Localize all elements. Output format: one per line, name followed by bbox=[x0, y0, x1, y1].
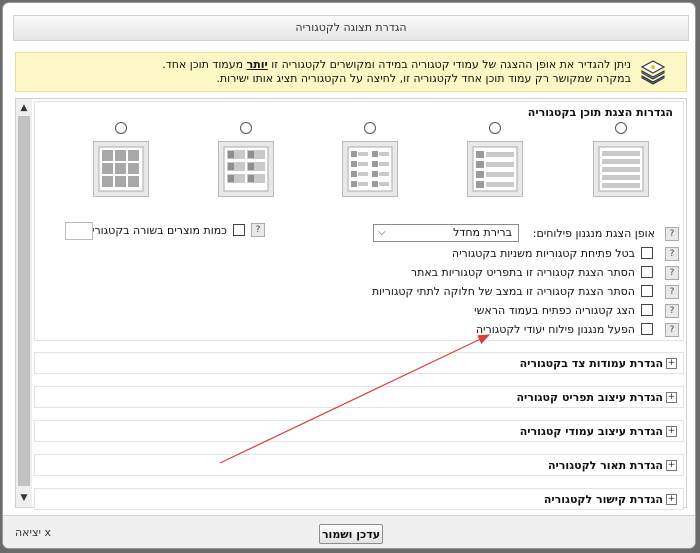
notice-line1-end: מעמוד תוכן אחד. bbox=[162, 58, 247, 71]
layout-radio[interactable] bbox=[615, 122, 627, 134]
section-title: הגדרת עיצוב עמודי קטגוריה bbox=[519, 425, 663, 438]
section-side-columns[interactable]: + הגדרת עמודות צד בקטגוריה bbox=[34, 352, 684, 374]
notice-text: ניתן להגדיר את אופן ההצגה של עמודי קטגור… bbox=[31, 58, 631, 86]
exit-link[interactable]: x יציאה bbox=[15, 526, 51, 539]
layers-icon bbox=[640, 59, 666, 85]
plus-box-icon[interactable]: + bbox=[666, 358, 677, 369]
option-checkbox-2[interactable] bbox=[641, 266, 653, 278]
plus-box-icon[interactable]: + bbox=[666, 494, 677, 505]
vertical-scrollbar[interactable]: ▲ ▼ bbox=[16, 99, 32, 507]
products-per-row-label: כמות מוצרים בשורה בקטגוריה bbox=[84, 224, 227, 237]
dialog-footer: עדכן ושמור x יציאה bbox=[3, 515, 695, 548]
plus-box-icon[interactable]: + bbox=[666, 392, 677, 403]
dialog-title: הגדרת תצוגה לקטגוריה bbox=[13, 15, 689, 41]
content-display-panel: הגדרות הצגת תוכן בקטגוריה ? אופן הצגת מנ… bbox=[34, 101, 684, 341]
products-per-row-checkbox[interactable] bbox=[233, 224, 245, 236]
section-menu-design[interactable]: + הגדרת עיצוב תפריט קטגוריה bbox=[34, 386, 684, 408]
layout-option-list-thumbs[interactable] bbox=[464, 122, 526, 197]
option-checkbox-4[interactable] bbox=[641, 304, 653, 316]
help-icon-option-3[interactable]: ? bbox=[665, 285, 679, 299]
layout-radio[interactable] bbox=[240, 122, 252, 134]
scrollbar-thumb[interactable] bbox=[18, 116, 30, 486]
section-pages-design[interactable]: + הגדרת עיצוב עמודי קטגוריה bbox=[34, 420, 684, 442]
info-notice: ניתן להגדיר את אופן ההצגה של עמודי קטגור… bbox=[15, 52, 687, 92]
help-icon-filter[interactable]: ? bbox=[665, 227, 679, 241]
help-icon-option-1[interactable]: ? bbox=[665, 247, 679, 261]
layout-option-grid-three[interactable] bbox=[90, 122, 152, 197]
section-title: הגדרת עיצוב תפריט קטגוריה bbox=[516, 391, 663, 404]
layout-option-grid-cards[interactable] bbox=[215, 122, 277, 197]
layout-radio[interactable] bbox=[115, 122, 127, 134]
layout-option-list[interactable] bbox=[590, 122, 652, 197]
section-description[interactable]: + הגדרת תאור לקטגוריה bbox=[34, 454, 684, 476]
scroll-down-icon[interactable]: ▼ bbox=[16, 490, 32, 506]
help-icon-option-2[interactable]: ? bbox=[665, 266, 679, 280]
layout-list-thumbs-icon bbox=[467, 141, 523, 197]
section-title: הגדרת קישור לקטגוריה bbox=[543, 493, 663, 506]
layout-grid-cards-icon bbox=[218, 141, 274, 197]
option-checkbox-3[interactable] bbox=[641, 285, 653, 297]
settings-scroll-area[interactable]: ▲ ▼ הגדרות הצגת תוכן בקטגוריה ? אופן הצג… bbox=[15, 98, 687, 510]
option-label-4: הצג קטגוריה כפתיח בעמוד הראשי bbox=[474, 304, 635, 317]
layout-grid-three-icon bbox=[93, 141, 149, 197]
help-icon-option-4[interactable]: ? bbox=[665, 304, 679, 318]
option-label-5: הפעל מנגנון פילוח יעודי לקטגוריה bbox=[475, 323, 635, 336]
section-title: הגדרת תאור לקטגוריה bbox=[548, 459, 663, 472]
section-title: הגדרת עמודות צד בקטגוריה bbox=[519, 357, 663, 370]
help-icon-option-5[interactable]: ? bbox=[665, 323, 679, 337]
option-label-2: הסתר הצגת קטגוריה זו בתפריט קטגוריות באת… bbox=[410, 266, 635, 279]
plus-box-icon[interactable]: + bbox=[666, 426, 677, 437]
dialog-window: הגדרת תצוגה לקטגוריה ניתן להגדיר את אופן… bbox=[2, 2, 696, 549]
layout-radio[interactable] bbox=[364, 122, 376, 134]
filter-select-value: ברירת מחדל bbox=[453, 226, 512, 239]
notice-line1: ניתן להגדיר את אופן ההצגה של עמודי קטגור… bbox=[267, 58, 631, 71]
plus-box-icon[interactable]: + bbox=[666, 460, 677, 471]
save-button[interactable]: עדכן ושמור bbox=[319, 524, 383, 544]
chevron-down-icon: ⌵ bbox=[378, 227, 386, 238]
layout-list-icon bbox=[593, 141, 649, 197]
option-checkbox-1[interactable] bbox=[641, 247, 653, 259]
section-link[interactable]: + הגדרת קישור לקטגוריה bbox=[34, 488, 684, 510]
filter-mode-select[interactable]: ברירת מחדל ⌵ bbox=[373, 224, 519, 242]
layout-radio[interactable] bbox=[489, 122, 501, 134]
layout-option-two-columns[interactable] bbox=[339, 122, 401, 197]
option-checkbox-5[interactable] bbox=[641, 323, 653, 335]
option-label-1: בטל פתיחת קטגוריות משניות בקטגוריה bbox=[451, 247, 635, 260]
panel-title: הגדרות הצגת תוכן בקטגוריה bbox=[527, 106, 673, 119]
notice-emphasis: יותר bbox=[246, 58, 268, 71]
notice-line2: במקרה שמקושר רק עמוד תוכן אחד לקטגוריה ז… bbox=[216, 72, 631, 85]
help-icon-products[interactable]: ? bbox=[251, 223, 265, 237]
layout-two-columns-icon bbox=[342, 141, 398, 197]
products-per-row-input[interactable] bbox=[65, 222, 93, 240]
option-label-3: הסתר הצגת קטגוריה זו במצב של חלוקה לתתי … bbox=[371, 285, 635, 298]
filter-label: אופן הצגת מנגנון פילוחים: bbox=[532, 227, 655, 240]
scroll-up-icon[interactable]: ▲ bbox=[16, 100, 32, 116]
